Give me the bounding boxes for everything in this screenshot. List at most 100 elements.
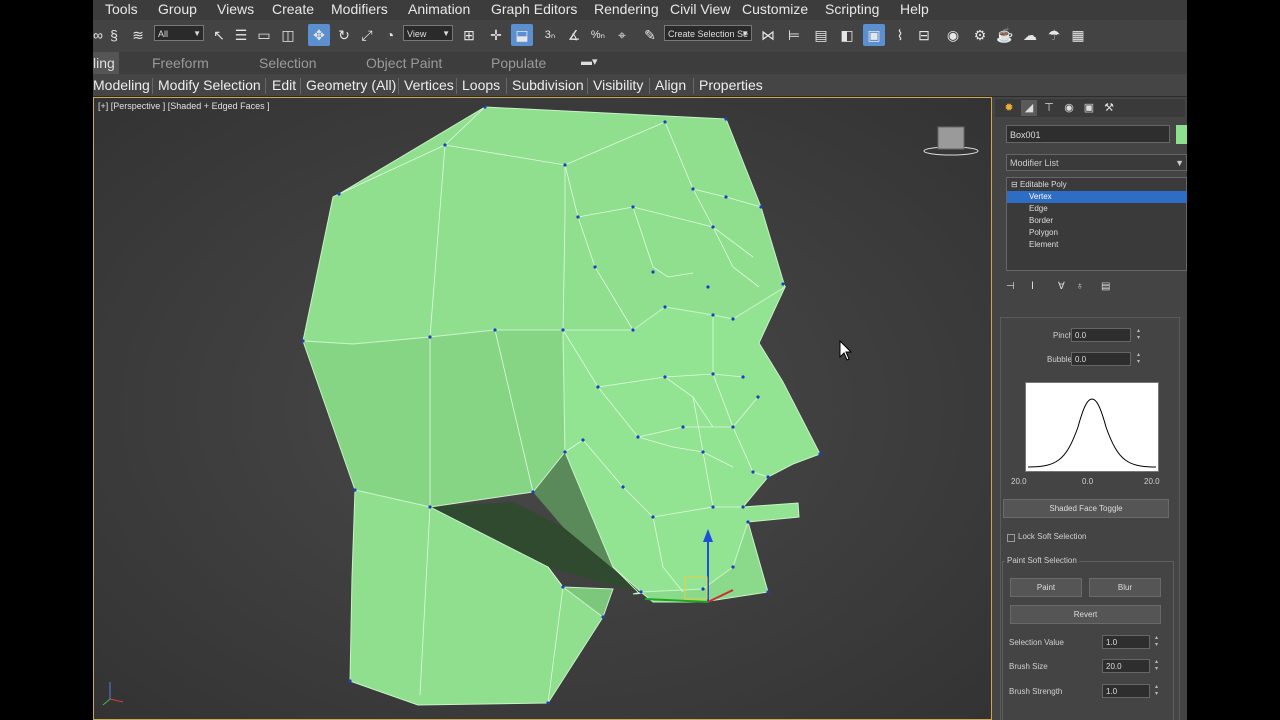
select-and-scale-icon[interactable]: ⤢	[356, 24, 378, 46]
snaps-toggle-icon[interactable]: 3ₙ	[539, 24, 561, 46]
pinch-input[interactable]: 0.0	[1071, 328, 1131, 342]
percent-snap-icon[interactable]: %ₙ	[587, 24, 609, 46]
object-color-swatch[interactable]	[1176, 125, 1187, 144]
render-in-cloud-icon[interactable]: ▦	[1067, 24, 1089, 46]
selection-filter-dropdown[interactable]: All ▼	[154, 25, 204, 41]
stack-item-edge[interactable]: Edge	[1007, 203, 1187, 215]
stack-item-vertex[interactable]: Vertex	[1007, 191, 1187, 203]
menu-group[interactable]: Group	[158, 1, 197, 17]
render-iterative-icon[interactable]: ☂	[1043, 24, 1065, 46]
render-setup-icon[interactable]: ⚙	[969, 24, 991, 46]
rectangular-region-icon[interactable]: ▭	[253, 24, 275, 46]
perspective-viewport[interactable]: [+] [Perspective ] [Shaded + Edged Faces…	[93, 97, 992, 720]
viewport-label[interactable]: [+] [Perspective ] [Shaded + Edged Faces…	[98, 101, 270, 111]
menu-modifiers[interactable]: Modifiers	[331, 1, 388, 17]
edit-named-selection-icon[interactable]: ✎	[639, 24, 661, 46]
hierarchy-tab-icon[interactable]: ⊤	[1041, 100, 1057, 116]
stack-item-editable-poly[interactable]: ⊟ Editable Poly	[1007, 179, 1187, 191]
bind-spacewarp-icon[interactable]: ≋	[127, 24, 149, 46]
tab-modeling[interactable]: ling	[93, 52, 119, 74]
tab-object-paint[interactable]: Object Paint	[366, 55, 442, 71]
shaded-face-toggle-button[interactable]: Shaded Face Toggle	[1003, 499, 1169, 518]
select-and-rotate-icon[interactable]: ↻	[333, 24, 355, 46]
pinch-spinner[interactable]: ▴ ▾	[1135, 328, 1142, 342]
schematic-view-icon[interactable]: ⊟	[913, 24, 935, 46]
keyboard-shortcut-override-icon[interactable]: ⬓	[511, 24, 533, 46]
select-and-place-icon[interactable]: ◔	[379, 24, 401, 46]
align-icon[interactable]: ⊨	[783, 24, 805, 46]
tab-freeform[interactable]: Freeform	[152, 55, 209, 71]
material-editor-icon[interactable]: ◉	[942, 24, 964, 46]
window-crossing-icon[interactable]: ◫	[277, 24, 299, 46]
menu-help[interactable]: Help	[900, 1, 929, 17]
remove-modifier-icon[interactable]: ♁	[1076, 281, 1084, 292]
ribbon-modify-selection[interactable]: Modify Selection	[158, 77, 261, 93]
layer-explorer-icon[interactable]: ◧	[836, 24, 858, 46]
select-object-icon[interactable]: ↖	[208, 24, 230, 46]
display-tab-icon[interactable]: ▣	[1081, 100, 1097, 116]
ribbon-visibility[interactable]: Visibility	[593, 77, 643, 93]
reference-coordinate-dropdown[interactable]: View ▼	[403, 25, 453, 41]
bubble-input[interactable]: 0.0	[1071, 352, 1131, 366]
stack-item-polygon[interactable]: Polygon	[1007, 227, 1187, 239]
mirror-icon[interactable]: ⋈	[757, 24, 779, 46]
menu-rendering[interactable]: Rendering	[594, 1, 659, 17]
motion-tab-icon[interactable]: ◉	[1061, 100, 1077, 116]
move-axis-icon[interactable]: ✛	[485, 24, 507, 46]
select-and-move-icon[interactable]: ✥	[308, 24, 330, 46]
brush-strength-spinner[interactable]: ▴ ▾	[1153, 684, 1160, 698]
menu-views[interactable]: Views	[217, 1, 254, 17]
ribbon-geometry-all[interactable]: Geometry (All)	[306, 77, 396, 93]
curve-editor-icon[interactable]: ⌇	[889, 24, 911, 46]
named-selection-sets-dropdown[interactable]: Create Selection Se ▼	[664, 25, 752, 41]
scene-explorer-icon[interactable]: ▤	[810, 24, 832, 46]
menu-create[interactable]: Create	[272, 1, 314, 17]
pivot-center-icon[interactable]: ⊞	[458, 24, 480, 46]
modifier-list-dropdown[interactable]: Modifier List ▼	[1006, 154, 1187, 171]
menu-animation[interactable]: Animation	[408, 1, 470, 17]
menu-tools[interactable]: Tools	[105, 1, 138, 17]
spinner-snap-icon[interactable]: ⌖	[611, 24, 633, 46]
render-production-icon[interactable]: ☁	[1019, 24, 1041, 46]
object-name-field[interactable]: Box001	[1006, 125, 1170, 143]
brush-size-spinner[interactable]: ▴ ▾	[1153, 659, 1160, 673]
blur-button[interactable]: Blur	[1089, 578, 1161, 597]
configure-sets-icon[interactable]: ▤	[1101, 281, 1110, 292]
ribbon-modeling[interactable]: Modeling	[93, 77, 150, 93]
stack-item-border[interactable]: Border	[1007, 215, 1187, 227]
ribbon-subdivision[interactable]: Subdivision	[512, 77, 584, 93]
select-by-name-icon[interactable]: ☰	[230, 24, 252, 46]
create-tab-icon[interactable]: ✹	[1001, 100, 1017, 116]
ribbon-vertices[interactable]: Vertices	[404, 77, 454, 93]
bubble-spinner[interactable]: ▴ ▾	[1135, 352, 1142, 366]
ribbon-options-icon[interactable]: ▬▾	[581, 55, 598, 68]
angle-snap-icon[interactable]: ∡	[563, 24, 585, 46]
make-unique-icon[interactable]: ∀	[1058, 281, 1065, 292]
toggle-ribbon-icon[interactable]: ▣	[863, 24, 885, 46]
modify-tab-icon[interactable]: ◢	[1021, 100, 1037, 116]
head-mesh[interactable]	[93, 97, 992, 720]
brush-size-input[interactable]: 20.0	[1102, 659, 1150, 673]
ribbon-align[interactable]: Align	[655, 77, 686, 93]
menu-graph-editors[interactable]: Graph Editors	[491, 1, 577, 17]
menu-customize[interactable]: Customize	[742, 1, 808, 17]
tab-populate[interactable]: Populate	[491, 55, 546, 71]
tab-selection[interactable]: Selection	[259, 55, 317, 71]
ribbon-edit[interactable]: Edit	[272, 77, 296, 93]
selection-value-spinner[interactable]: ▴ ▾	[1153, 635, 1160, 649]
selection-value-input[interactable]: 1.0	[1102, 635, 1150, 649]
show-end-result-icon[interactable]: Ⅰ	[1031, 281, 1034, 292]
menu-scripting[interactable]: Scripting	[825, 1, 879, 17]
lock-soft-selection-checkbox[interactable]	[1007, 534, 1015, 542]
pin-stack-icon[interactable]: ⊣	[1006, 281, 1015, 292]
rendered-frame-window-icon[interactable]: ☕	[994, 24, 1016, 46]
unlink-icon[interactable]: §	[103, 24, 125, 46]
menu-civil-view[interactable]: Civil View	[670, 1, 730, 17]
brush-strength-input[interactable]: 1.0	[1102, 684, 1150, 698]
stack-item-element[interactable]: Element	[1007, 239, 1187, 251]
utilities-tab-icon[interactable]: ⚒	[1101, 100, 1117, 116]
revert-button[interactable]: Revert	[1010, 605, 1161, 624]
paint-button[interactable]: Paint	[1010, 578, 1082, 597]
ribbon-loops[interactable]: Loops	[462, 77, 500, 93]
ribbon-properties[interactable]: Properties	[699, 77, 763, 93]
